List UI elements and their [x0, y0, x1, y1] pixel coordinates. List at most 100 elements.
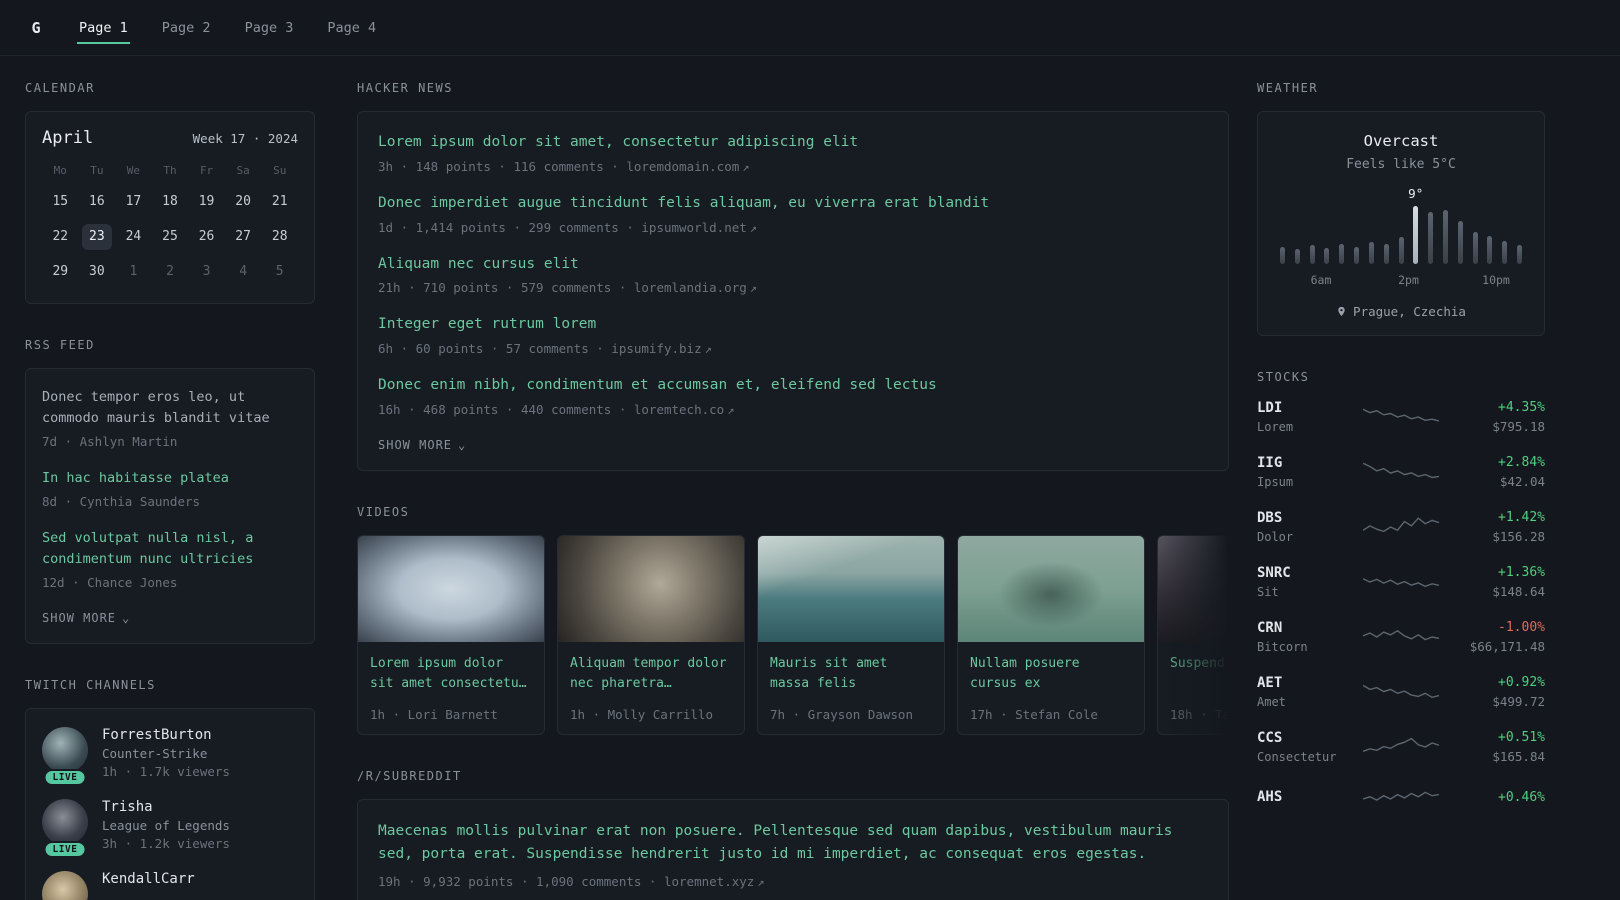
twitch-channel-meta: 1h · 1.7k viewers: [102, 763, 230, 779]
hn-item-source-link[interactable]: loremdomain.com: [626, 159, 739, 174]
rss-item: In hac habitasse platea 8d · Cynthia Sau…: [42, 468, 298, 509]
hn-item: Donec enim nibh, condimentum et accumsan…: [378, 375, 1208, 417]
weather-bar: [1339, 244, 1345, 264]
stock-row[interactable]: IIG Ipsum +2.84% $42.04: [1257, 455, 1545, 489]
calendar-day-header: Fr: [199, 164, 214, 177]
rss-item-title[interactable]: Donec tempor eros leo, ut commodo mauris…: [42, 387, 298, 429]
calendar-day: 24: [125, 229, 142, 244]
avatar: [42, 726, 88, 773]
tab-page-2[interactable]: Page 2: [160, 12, 213, 44]
stock-id: SNRC Sit: [1257, 565, 1349, 599]
calendar-card: April Week 17 · 2024 Mo Tu We Th Fr Sa S…: [25, 111, 315, 304]
weather-bar: [1428, 212, 1434, 264]
stock-change: +0.92%: [1498, 675, 1545, 690]
twitch-channel-name[interactable]: ForrestBurton: [102, 727, 212, 743]
hn-item-title[interactable]: Donec enim nibh, condimentum et accumsan…: [378, 375, 1208, 397]
video-card-body: Aliquam tempor dolor nec pharetra… 1h · …: [558, 642, 744, 734]
video-meta: 17h · Stefan Cole: [970, 706, 1098, 722]
hn-item-source-link[interactable]: ipsumify.biz: [611, 341, 701, 356]
hn-item-title[interactable]: Lorem ipsum dolor sit amet, consectetur …: [378, 132, 1208, 154]
stock-change: +0.46%: [1498, 789, 1545, 805]
calendar-day-next-month: 5: [275, 264, 284, 279]
stock-values: +2.84% $42.04: [1453, 455, 1545, 489]
subreddit-post-title[interactable]: Maecenas mollis pulvinar erat non posuer…: [378, 820, 1208, 866]
stock-sparkline: [1349, 733, 1453, 761]
calendar-widget: CALENDAR April Week 17 · 2024 Mo Tu We T…: [25, 81, 315, 304]
calendar-day: 22: [52, 229, 69, 244]
weather-bar: [1383, 244, 1389, 264]
video-card-body: Suspendisse diam 18h · Tara: [1158, 642, 1229, 734]
external-link-icon: ↗: [749, 281, 757, 296]
stock-name: Sit: [1257, 585, 1279, 599]
hn-item-title[interactable]: Aliquam nec cursus elit: [378, 254, 1208, 276]
stock-sparkline: [1349, 568, 1453, 596]
stock-name: Bitcorn: [1257, 640, 1308, 654]
tab-page-1[interactable]: Page 1: [77, 12, 130, 44]
stock-row[interactable]: DBS Dolor +1.42% $156.28: [1257, 510, 1545, 544]
stock-row[interactable]: CCS Consectetur +0.51% $165.84: [1257, 730, 1545, 764]
rss-show-more-label: SHOW MORE: [42, 610, 117, 625]
stock-row[interactable]: AET Amet +0.92% $499.72: [1257, 675, 1545, 709]
hn-item-title[interactable]: Donec imperdiet augue tincidunt felis al…: [378, 193, 1208, 215]
twitch-channel-info: Trisha League of Legends 3h · 1.2k viewe…: [102, 799, 230, 851]
calendar-day: 21: [271, 194, 288, 209]
rss-item-title[interactable]: Sed volutpat nulla nisl, a condimentum n…: [42, 528, 298, 570]
stock-symbol: CRN: [1257, 620, 1283, 636]
twitch-channel-info: ForrestBurton Counter-Strike 1h · 1.7k v…: [102, 727, 230, 779]
hn-item-stats: 6h · 60 points · 57 comments ·: [378, 341, 612, 356]
hn-item-stats: 21h · 710 points · 579 comments ·: [378, 280, 634, 296]
tab-page-3[interactable]: Page 3: [243, 12, 296, 44]
rss-card: Donec tempor eros leo, ut commodo mauris…: [25, 368, 315, 644]
stock-price: $148.64: [1492, 584, 1545, 599]
video-card-body: Lorem ipsum dolor sit amet consectetu… 1…: [358, 642, 544, 734]
hn-item-source-link[interactable]: loremlandia.org: [634, 280, 747, 295]
calendar-day: 28: [271, 229, 288, 244]
stock-price: $66,171.48: [1469, 639, 1545, 654]
tab-page-4[interactable]: Page 4: [325, 12, 378, 44]
calendar-section-title: CALENDAR: [25, 81, 95, 95]
live-badge: LIVE: [43, 768, 87, 786]
hn-show-more-button[interactable]: SHOW MORE ⌄: [378, 436, 466, 454]
chevron-down-icon: ⌄: [458, 437, 467, 452]
subreddit-post-meta: 19h · 9,932 points · 1,090 comments · lo…: [378, 874, 1208, 889]
hn-item-source-link[interactable]: ipsumworld.net: [641, 220, 746, 235]
chevron-down-icon: ⌄: [122, 610, 131, 625]
video-title: Aliquam tempor dolor nec pharetra…: [570, 655, 727, 691]
hn-item-source-link[interactable]: loremtech.co: [634, 402, 724, 417]
video-card-body: Nullam posuere cursus ex 17h · Stefan Co…: [958, 642, 1144, 734]
calendar-day: 20: [235, 194, 251, 209]
twitch-channel-row[interactable]: LIVE Trisha League of Legends 3h · 1.2k …: [42, 798, 298, 858]
stock-row[interactable]: SNRC Sit +1.36% $148.64: [1257, 565, 1545, 599]
stock-id: CCS Consectetur: [1257, 730, 1349, 764]
rss-show-more-button[interactable]: SHOW MORE ⌄: [42, 609, 130, 627]
rss-item-meta: 8d · Cynthia Saunders: [42, 493, 201, 509]
videos-section-title: VIDEOS: [357, 504, 410, 519]
twitch-channel-name[interactable]: Trisha: [102, 799, 153, 815]
external-link-icon: ↗: [757, 875, 765, 890]
video-card[interactable]: Aliquam tempor dolor nec pharetra… 1h · …: [557, 534, 745, 735]
video-card[interactable]: Suspendisse diam 18h · Tara: [1157, 534, 1229, 735]
stock-change: +1.42%: [1498, 510, 1545, 525]
app-logo: G: [31, 18, 41, 37]
stock-name: Amet: [1257, 695, 1286, 709]
video-title: Mauris sit amet massa felis: [770, 655, 888, 691]
stock-sparkline: [1349, 623, 1453, 651]
calendar-day-selected: 23: [81, 224, 112, 250]
video-card[interactable]: Lorem ipsum dolor sit amet consectetu… 1…: [357, 534, 545, 735]
stock-row[interactable]: CRN Bitcorn -1.00% $66,171.48: [1257, 620, 1545, 654]
stock-sparkline: [1349, 403, 1453, 431]
subreddit-post-stats: 19h · 9,932 points · 1,090 comments ·: [378, 874, 664, 890]
rss-item: Donec tempor eros leo, ut commodo mauris…: [42, 387, 298, 449]
video-card[interactable]: Mauris sit amet massa felis 7h · Grayson…: [757, 534, 945, 735]
video-card[interactable]: Nullam posuere cursus ex 17h · Stefan Co…: [957, 534, 1145, 735]
stock-row[interactable]: LDI Lorem +4.35% $795.18: [1257, 400, 1545, 434]
twitch-channel-row[interactable]: LIVE KendallCarr: [42, 870, 298, 900]
twitch-channel-name[interactable]: KendallCarr: [102, 871, 195, 887]
subreddit-post-source-link[interactable]: loremnet.xyz: [664, 874, 754, 889]
twitch-channel-row[interactable]: LIVE ForrestBurton Counter-Strike 1h · 1…: [42, 726, 298, 786]
hn-item-title[interactable]: Integer eget rutrum lorem: [378, 314, 1208, 336]
rss-item-title[interactable]: In hac habitasse platea: [42, 468, 298, 489]
videos-row[interactable]: Lorem ipsum dolor sit amet consectetu… 1…: [357, 534, 1229, 735]
stock-row[interactable]: AHS +0.46%: [1257, 785, 1545, 813]
stock-symbol: SNRC: [1257, 565, 1291, 581]
